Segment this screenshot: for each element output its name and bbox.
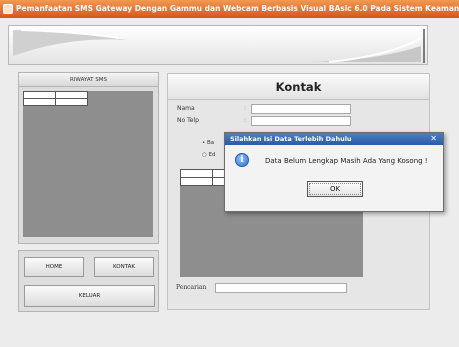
riwayat-sms-table xyxy=(23,91,88,106)
dialog-titlebar: Silahkan Isi Data Terlebih Dahulu ✕ xyxy=(225,133,443,145)
notelp-input[interactable] xyxy=(251,116,351,126)
table-cell[interactable] xyxy=(55,98,88,106)
header-banner xyxy=(8,25,428,65)
radio-option-1[interactable]: • Ba xyxy=(202,140,214,146)
keluar-button[interactable]: KELUAR xyxy=(24,285,155,307)
nama-input[interactable] xyxy=(251,104,351,114)
radio-option-2[interactable]: ○ Ed xyxy=(202,152,216,158)
table-cell[interactable] xyxy=(23,98,56,106)
radio-empty-icon: ○ xyxy=(202,152,207,158)
notelp-label: No Telp xyxy=(177,117,199,124)
info-icon: i xyxy=(235,153,249,167)
radio-dot-icon: • xyxy=(202,140,206,146)
dialog-message: Data Belum Lengkap Masih Ada Yang Kosong… xyxy=(265,157,428,165)
pencarian-input[interactable] xyxy=(215,283,347,293)
kontak-button[interactable]: KONTAK xyxy=(94,257,154,277)
pencarian-label: Pencarian xyxy=(176,284,207,291)
table-cell[interactable] xyxy=(180,177,213,186)
dialog-title: Silahkan Isi Data Terlebih Dahulu xyxy=(230,135,352,143)
notelp-colon: : xyxy=(244,117,247,124)
ok-button[interactable]: OK xyxy=(307,181,363,197)
riwayat-sms-panel: RIWAYAT SMS xyxy=(18,72,159,244)
home-button[interactable]: HOME xyxy=(24,257,84,277)
table-cell[interactable] xyxy=(55,91,88,99)
window-title: Pemanfaatan SMS Gateway Dengan Gammu dan… xyxy=(16,4,459,13)
kontak-header: Kontak xyxy=(168,74,429,100)
riwayat-sms-grid[interactable] xyxy=(23,91,153,237)
table-cell[interactable] xyxy=(180,169,213,178)
window-titlebar: Pemanfaatan SMS Gateway Dengan Gammu dan… xyxy=(0,0,459,18)
riwayat-sms-header: RIWAYAT SMS xyxy=(19,73,158,87)
radio-option-2-label: Ed xyxy=(208,152,216,158)
nama-label: Nama xyxy=(177,105,195,112)
table-cell[interactable] xyxy=(23,91,56,99)
message-dialog: Silahkan Isi Data Terlebih Dahulu ✕ i Da… xyxy=(224,132,444,212)
app-icon xyxy=(3,4,13,14)
banner-swoosh xyxy=(13,29,425,63)
close-icon[interactable]: ✕ xyxy=(430,133,437,145)
radio-option-1-label: Ba xyxy=(207,140,215,146)
nama-colon: : xyxy=(244,105,247,112)
